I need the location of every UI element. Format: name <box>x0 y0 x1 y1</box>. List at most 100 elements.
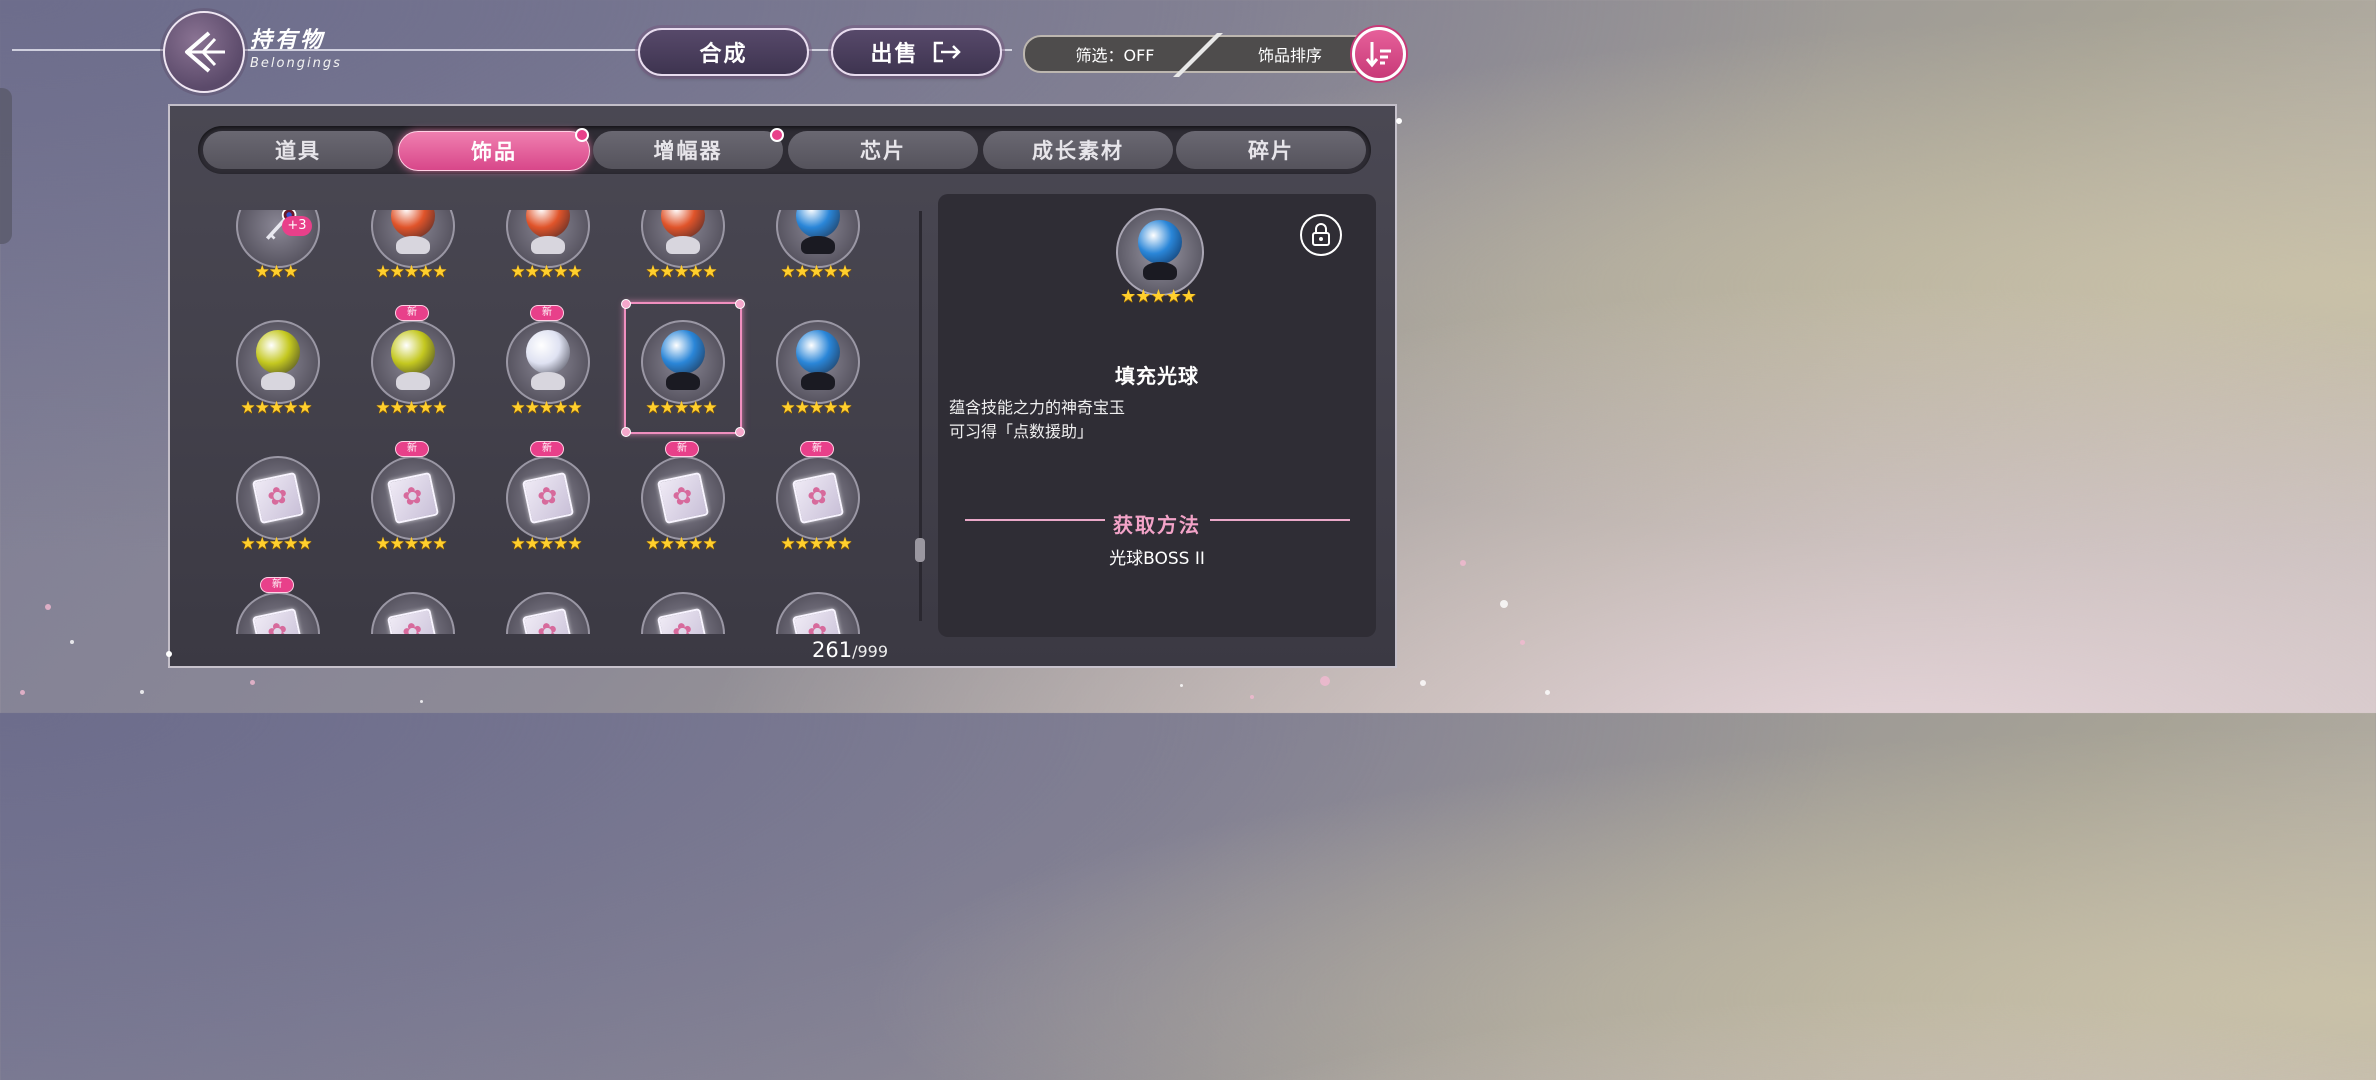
tab-items[interactable]: 道具 <box>203 131 393 169</box>
tab-amplifiers[interactable]: 增幅器 <box>593 131 783 169</box>
inventory-slot[interactable]: 新 ★★★★★ <box>357 441 467 556</box>
item-count: 261/999 <box>750 638 950 662</box>
inventory-slot[interactable] <box>627 582 737 634</box>
inventory-slot[interactable] <box>762 582 872 634</box>
chip-icon <box>386 471 440 525</box>
back-arrow-icon <box>185 31 225 73</box>
slot-frame <box>371 210 455 268</box>
lock-button[interactable] <box>1300 214 1342 256</box>
upgrade-level-badge: +3 <box>282 216 312 236</box>
new-badge: 新 <box>665 441 699 457</box>
inventory-slot[interactable]: ★★★★★ <box>627 210 737 284</box>
orb-stand-icon <box>801 235 835 254</box>
tab-label: 饰品 <box>471 140 517 164</box>
panel-corner-dot <box>1396 118 1402 124</box>
new-badge: 新 <box>395 305 429 321</box>
new-badge: 新 <box>800 441 834 457</box>
slot-frame <box>641 210 725 268</box>
orb-icon <box>796 210 840 239</box>
slot-frame <box>506 456 590 540</box>
inventory-slot[interactable] <box>492 582 602 634</box>
selection-corner <box>735 299 745 309</box>
sell-button[interactable]: 出售 <box>831 28 1002 76</box>
chip-icon <box>656 471 710 525</box>
tab-fragments[interactable]: 碎片 <box>1176 131 1366 169</box>
category-tabs: 道具 饰品 增幅器 芯片 成长素材 碎片 <box>198 126 1371 174</box>
orb-stand-icon <box>531 235 565 254</box>
inventory-slot[interactable]: 新 <box>222 577 332 634</box>
sort-descending-icon <box>1365 42 1391 68</box>
orb-icon <box>391 210 435 239</box>
tab-accessories[interactable]: 饰品 <box>398 131 590 171</box>
orb-icon <box>526 330 570 375</box>
slot-frame <box>776 592 860 634</box>
filter-label: 筛选：OFF <box>1075 46 1155 65</box>
slot-frame <box>641 456 725 540</box>
chip-icon <box>656 607 710 634</box>
inventory-slot[interactable]: ★★★★★ <box>222 446 332 556</box>
rarity-stars: ★★★★★ <box>510 262 582 282</box>
inventory-slot[interactable]: +3 ★★★ <box>222 210 332 284</box>
tab-notification-dot <box>575 128 589 142</box>
synthesize-button[interactable]: 合成 <box>638 28 809 76</box>
inventory-slot[interactable]: ★★★★★ <box>762 310 872 420</box>
filter-toggle[interactable]: 筛选：OFF <box>1025 37 1205 71</box>
tab-chips[interactable]: 芯片 <box>788 131 978 169</box>
inventory-slot[interactable]: ★★★★★ <box>762 210 872 284</box>
orb-icon <box>661 210 705 239</box>
item-count-current: 261 <box>811 638 853 662</box>
inventory-slot[interactable]: 新 ★★★★★ <box>762 441 872 556</box>
orb-stand-icon <box>396 235 430 254</box>
scrollbar-thumb[interactable] <box>915 538 925 562</box>
chip-icon <box>251 607 305 634</box>
selection-corner <box>621 427 631 437</box>
chip-icon <box>521 471 575 525</box>
inventory-slot[interactable]: 新 ★★★★★ <box>627 441 737 556</box>
inventory-slot[interactable]: ★★★★★ <box>357 210 467 284</box>
inventory-slot[interactable]: 新 ★★★★★ <box>492 441 602 556</box>
slot-frame <box>371 456 455 540</box>
slot-frame <box>506 592 590 634</box>
detail-desc-line: 可习得「点数援助」 <box>949 422 1094 441</box>
rarity-stars: ★★★★★ <box>375 262 447 282</box>
inventory-slot[interactable] <box>357 582 467 634</box>
new-badge: 新 <box>530 305 564 321</box>
tab-label: 道具 <box>275 139 321 163</box>
sort-select[interactable]: 饰品排序 <box>1215 37 1365 71</box>
sell-label: 出售 <box>870 42 919 67</box>
tab-growth-materials[interactable]: 成长素材 <box>983 131 1173 169</box>
rarity-stars: ★★★ <box>254 262 299 282</box>
tab-notification-dot <box>770 128 784 142</box>
slot-frame <box>236 592 320 634</box>
chip-icon <box>386 607 440 634</box>
back-button[interactable] <box>163 11 245 93</box>
orb-stand-icon <box>666 235 700 254</box>
orb-stand-icon <box>531 371 565 390</box>
rarity-stars: ★★★★★ <box>780 398 852 418</box>
sort-order-button[interactable] <box>1352 27 1406 81</box>
inventory-panel: 道具 饰品 增幅器 芯片 成长素材 碎片 +3 ★★★ ★★★★★ ★★★★★ ★★★★… <box>166 104 1402 668</box>
rarity-stars: ★★★★★ <box>510 398 582 418</box>
panel-corner-dot <box>166 651 172 657</box>
rarity-stars: ★★★★★ <box>645 534 717 554</box>
rarity-stars: ★★★★★ <box>780 262 852 282</box>
inventory-slot[interactable]: ★★★★★ <box>621 299 745 437</box>
sort-label: 饰品排序 <box>1257 46 1322 65</box>
selection-frame <box>621 299 745 437</box>
rarity-stars: ★★★★★ <box>510 534 582 554</box>
side-drawer-tab[interactable] <box>0 88 12 244</box>
lock-icon <box>1312 223 1330 246</box>
inventory-slot[interactable]: ★★★★★ <box>492 210 602 284</box>
detail-item-icon <box>1116 208 1204 296</box>
slot-frame <box>236 456 320 540</box>
inventory-slot[interactable]: 新 ★★★★★ <box>357 305 467 420</box>
item-grid: +3 ★★★ ★★★★★ ★★★★★ ★★★★★ ★★★★★ ★★★★★ 新 ★★★★★ 新 ★★★… <box>222 210 927 634</box>
inventory-slot[interactable]: 新 ★★★★★ <box>492 305 602 420</box>
inventory-slot[interactable]: ★★★★★ <box>222 310 332 420</box>
item-count-max: /999 <box>852 642 889 661</box>
orb-icon <box>256 330 300 375</box>
tab-label: 碎片 <box>1248 139 1294 163</box>
orb-stand-icon <box>1143 262 1177 281</box>
obtain-source: 光球BOSS II <box>1109 549 1205 569</box>
obtain-method-title: 获取方法 <box>1113 513 1201 537</box>
